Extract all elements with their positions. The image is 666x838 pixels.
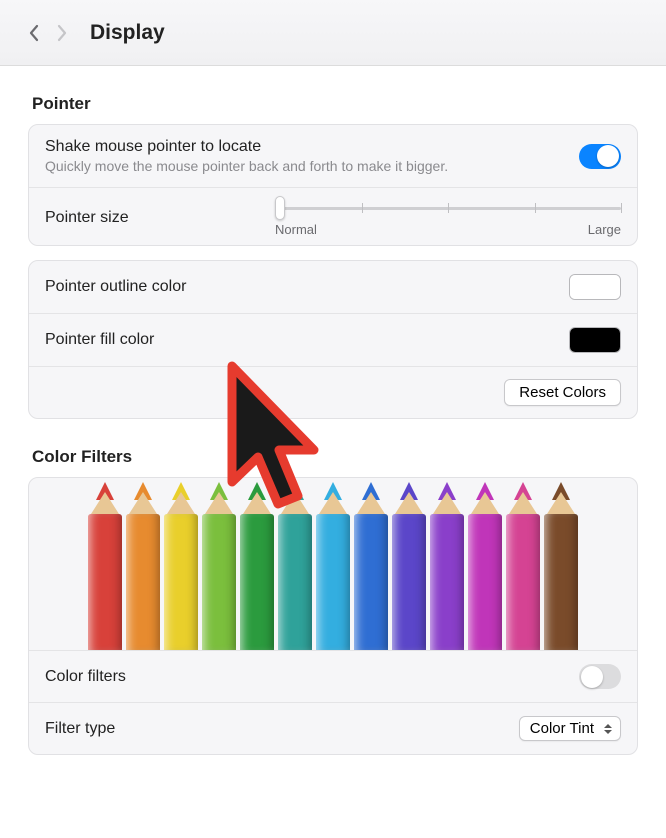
switch-knob — [597, 145, 619, 167]
fill-color-well[interactable] — [569, 327, 621, 353]
filter-type-label: Filter type — [45, 720, 115, 738]
pointer-panel: Shake mouse pointer to locate Quickly mo… — [28, 124, 638, 246]
slider-max-label: Large — [588, 222, 621, 237]
fill-color-row: Pointer fill color — [29, 314, 637, 366]
pencils-preview — [29, 478, 637, 650]
outline-color-well[interactable] — [569, 274, 621, 300]
fill-color-label: Pointer fill color — [45, 331, 154, 349]
outline-color-swatch — [570, 275, 620, 299]
color-filters-label: Color filters — [45, 668, 126, 686]
pencil — [314, 482, 352, 650]
pencil — [124, 482, 162, 650]
pencil — [504, 482, 542, 650]
section-header-pointer: Pointer — [32, 94, 638, 114]
section-header-color-filters: Color Filters — [32, 447, 638, 467]
fill-color-swatch — [570, 328, 620, 352]
toolbar: Display — [0, 0, 666, 66]
forward-button[interactable] — [48, 19, 76, 47]
pencil — [428, 482, 466, 650]
filter-type-select[interactable]: Color Tint — [519, 716, 621, 741]
slider-thumb[interactable] — [275, 196, 285, 220]
chevron-left-icon — [28, 24, 40, 42]
pencil — [162, 482, 200, 650]
pointer-size-row: Pointer size Normal Large — [29, 188, 637, 245]
pencil — [276, 482, 314, 650]
switch-knob — [581, 666, 603, 688]
page-title: Display — [90, 21, 165, 45]
shake-toggle[interactable] — [579, 144, 621, 169]
filter-type-row: Filter type Color Tint — [29, 703, 637, 754]
pencil — [466, 482, 504, 650]
chevron-right-icon — [56, 24, 68, 42]
pencil — [352, 482, 390, 650]
reset-colors-button[interactable]: Reset Colors — [504, 379, 621, 406]
filter-type-value: Color Tint — [530, 720, 594, 737]
color-filters-enable-row: Color filters — [29, 651, 637, 702]
slider-min-label: Normal — [275, 222, 317, 237]
shake-row: Shake mouse pointer to locate Quickly mo… — [29, 125, 637, 187]
shake-sublabel: Quickly move the mouse pointer back and … — [45, 158, 448, 174]
color-filters-toggle[interactable] — [579, 664, 621, 689]
chevron-updown-icon — [600, 724, 616, 734]
pencil — [238, 482, 276, 650]
pencil — [390, 482, 428, 650]
outline-color-row: Pointer outline color — [29, 261, 637, 313]
pointer-color-panel: Pointer outline color Pointer fill color… — [28, 260, 638, 419]
color-filters-panel: Color filters Filter type Color Tint — [28, 477, 638, 755]
shake-label: Shake mouse pointer to locate — [45, 138, 448, 156]
pointer-size-slider[interactable] — [275, 198, 621, 218]
pencil — [86, 482, 124, 650]
pencil — [542, 482, 580, 650]
pencil — [200, 482, 238, 650]
back-button[interactable] — [20, 19, 48, 47]
outline-color-label: Pointer outline color — [45, 278, 186, 296]
pointer-size-label: Pointer size — [45, 209, 275, 227]
